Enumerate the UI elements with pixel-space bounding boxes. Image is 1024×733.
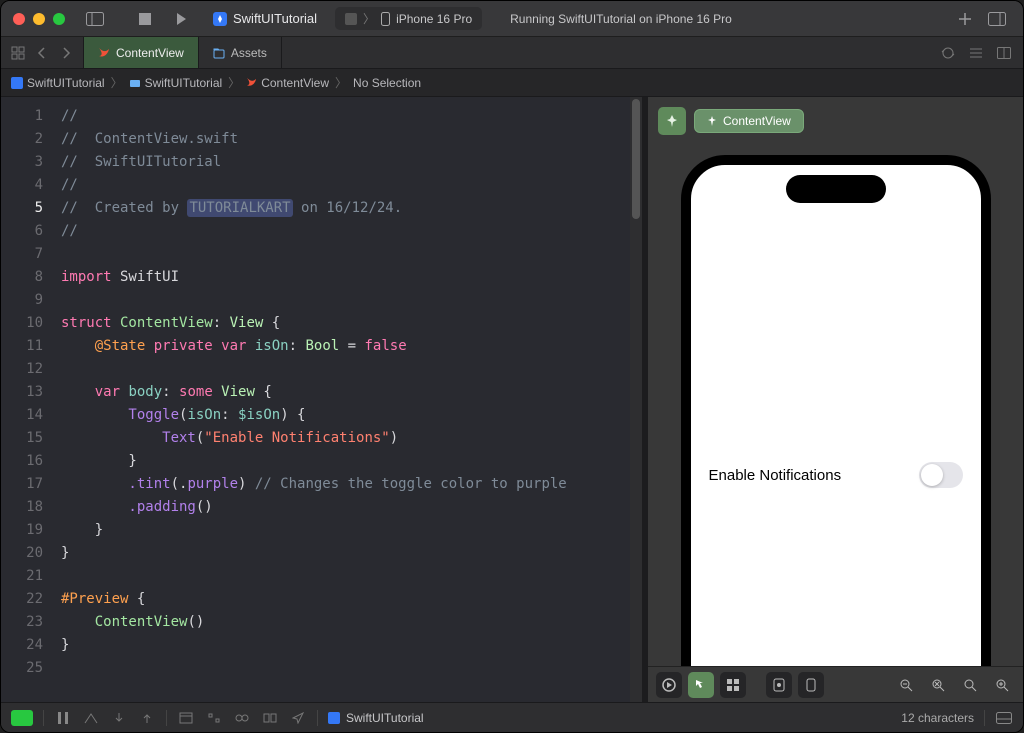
adjust-editor-button[interactable] — [965, 41, 987, 65]
preview-canvas[interactable]: Enable Notifications — [648, 145, 1023, 666]
folder-icon — [129, 77, 141, 89]
swift-icon — [246, 77, 257, 88]
device-settings-button[interactable] — [766, 672, 792, 698]
step-into-button[interactable] — [110, 712, 128, 724]
debug-view-button[interactable] — [177, 712, 195, 724]
orientation-button[interactable] — [798, 672, 824, 698]
process-selector[interactable]: SwiftUITutorial — [328, 711, 424, 725]
app-icon — [328, 712, 340, 724]
window-controls — [13, 13, 65, 25]
run-status-indicator[interactable] — [11, 710, 33, 726]
preview-chip-label: ContentView — [723, 114, 791, 128]
chevron-right-icon: 〉 — [335, 74, 347, 91]
toggle-sidebar-button[interactable] — [81, 7, 109, 31]
minimize-window-button[interactable] — [33, 13, 45, 25]
chevron-right-icon: 〉 — [111, 74, 123, 91]
app-content: Enable Notifications — [691, 165, 981, 666]
library-button[interactable] — [983, 7, 1011, 31]
refresh-icon[interactable] — [937, 41, 959, 65]
app-icon-mini — [345, 13, 357, 25]
preview-toolbar — [648, 666, 1023, 702]
app-icon — [213, 12, 227, 26]
code-editor[interactable]: // // ContentView.swift // SwiftUITutori… — [53, 97, 575, 702]
tab-label: Assets — [231, 46, 267, 60]
zoom-in-button[interactable] — [989, 672, 1015, 698]
tabbar-nav — [1, 37, 84, 68]
destination-selector[interactable]: 〉 iPhone 16 Pro — [335, 7, 482, 30]
zoom-window-button[interactable] — [53, 13, 65, 25]
tab-assets[interactable]: Assets — [199, 37, 282, 68]
live-button[interactable] — [656, 672, 682, 698]
toggle-knob — [921, 464, 943, 486]
chevron-right-icon: 〉 — [363, 10, 375, 27]
tab-contentview[interactable]: ContentView — [84, 37, 199, 68]
step-over-button[interactable] — [82, 712, 100, 724]
zoom-out-button[interactable] — [893, 672, 919, 698]
breadcrumb-seg[interactable]: SwiftUITutorial — [27, 76, 105, 90]
device-label: iPhone 16 Pro — [396, 12, 472, 26]
pin-icon — [707, 116, 717, 126]
stop-button[interactable] — [131, 7, 159, 31]
back-button[interactable] — [31, 41, 53, 65]
main-split: 1234 5 678910 1112131415 1617181920 2122… — [1, 97, 1023, 702]
phone-icon — [381, 12, 390, 26]
titlebar: SwiftUITutorial 〉 iPhone 16 Pro Running … — [1, 1, 1023, 37]
notifications-toggle[interactable] — [919, 462, 963, 488]
environment-button[interactable] — [233, 712, 251, 724]
device-frame: Enable Notifications — [681, 155, 991, 666]
tabbar: ContentView Assets — [1, 37, 1023, 69]
breadcrumb-seg[interactable]: SwiftUITutorial — [145, 76, 223, 90]
pin-preview-button[interactable] — [658, 107, 686, 135]
add-editor-button[interactable] — [993, 41, 1015, 65]
folder-icon — [213, 47, 225, 59]
selectable-button[interactable] — [688, 672, 714, 698]
preview-chip[interactable]: ContentView — [694, 109, 804, 133]
breadcrumb[interactable]: SwiftUITutorial 〉 SwiftUITutorial 〉 Cont… — [1, 69, 1023, 97]
breadcrumb-seg[interactable]: No Selection — [353, 76, 421, 90]
debug-bar: SwiftUITutorial 12 characters — [1, 702, 1023, 732]
scheme-label: SwiftUITutorial — [233, 11, 317, 26]
editor-scrollbar[interactable] — [630, 97, 642, 702]
editor-pane[interactable]: 1234 5 678910 1112131415 1617181920 2122… — [1, 97, 642, 702]
zoom-fit-button[interactable] — [925, 672, 951, 698]
scrollbar-thumb[interactable] — [632, 99, 640, 219]
close-window-button[interactable] — [13, 13, 25, 25]
step-out-button[interactable] — [138, 712, 156, 724]
breadcrumb-seg[interactable]: ContentView — [261, 76, 329, 90]
xcode-window: SwiftUITutorial 〉 iPhone 16 Pro Running … — [0, 0, 1024, 733]
location-button[interactable] — [289, 712, 307, 724]
build-status: Running SwiftUITutorial on iPhone 16 Pro — [510, 12, 732, 26]
swift-icon — [98, 47, 110, 59]
preview-header: ContentView — [648, 97, 1023, 145]
toggle-debug-area-button[interactable] — [995, 712, 1013, 724]
pause-button[interactable] — [54, 712, 72, 724]
related-items-button[interactable] — [7, 41, 29, 65]
forward-button[interactable] — [55, 41, 77, 65]
preview-pane: ContentView Enable Notifications — [648, 97, 1023, 702]
tab-label: ContentView — [116, 46, 184, 60]
simulate-button[interactable] — [261, 712, 279, 724]
pin-icon — [666, 115, 678, 127]
toggle-row: Enable Notifications — [709, 462, 963, 488]
variants-button[interactable] — [720, 672, 746, 698]
chevron-right-icon: 〉 — [228, 74, 240, 91]
scheme-selector[interactable]: SwiftUITutorial — [203, 7, 327, 30]
selection-info: 12 characters — [901, 711, 974, 725]
app-icon — [11, 77, 23, 89]
run-button[interactable] — [167, 7, 195, 31]
memory-button[interactable] — [205, 712, 223, 724]
line-gutter: 1234 5 678910 1112131415 1617181920 2122… — [1, 97, 53, 702]
add-button[interactable] — [951, 7, 979, 31]
toggle-label: Enable Notifications — [709, 467, 842, 484]
zoom-actual-button[interactable] — [957, 672, 983, 698]
